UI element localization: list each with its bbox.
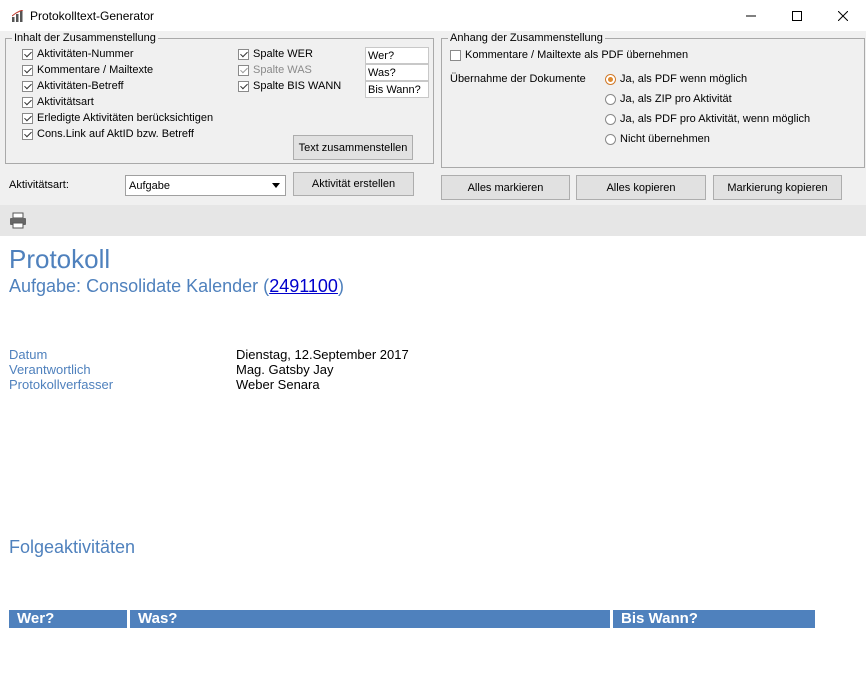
checkbox-label: Kommentare / Mailtexte (37, 64, 154, 76)
checkbox-completed-activities[interactable]: Erledigte Aktivitäten berücksichtigen (22, 111, 213, 125)
close-button[interactable] (820, 0, 866, 31)
radio-zip-per-activity[interactable]: Ja, als ZIP pro Aktivität (605, 92, 732, 106)
radio-label: Ja, als PDF wenn möglich (620, 73, 748, 85)
followups-table-header: Wer? Was? Bis Wann? (9, 610, 815, 630)
content-group-legend: Inhalt der Zusammenstellung (12, 32, 158, 44)
minimize-icon (746, 15, 756, 16)
maximize-icon (792, 10, 802, 21)
checkbox-label: Aktivitäten-Betreff (37, 80, 124, 92)
checkbox-label: Spalte WAS (253, 64, 312, 76)
select-all-button[interactable]: Alles markieren (441, 175, 570, 200)
column-header-who: Wer? (9, 610, 127, 628)
radio-circle[interactable] (605, 93, 616, 105)
checkbox-label: Cons.Link auf AktID bzw. Betreff (37, 128, 194, 140)
checkbox-box[interactable] (22, 128, 33, 140)
document-toolbar (0, 205, 866, 236)
checkbox-cons-link[interactable]: Cons.Link auf AktID bzw. Betreff (22, 127, 194, 141)
column-header-until: Bis Wann? (613, 610, 815, 628)
subtitle-suffix: ) (337, 276, 344, 296)
copy-all-button[interactable]: Alles kopieren (576, 175, 706, 200)
field-value-date: Dienstag, 12.September 2017 (236, 347, 409, 362)
activity-type-select[interactable]: Aufgabe (125, 175, 286, 196)
chart-icon (12, 10, 24, 22)
activity-id-link[interactable]: 2491100 (269, 276, 338, 296)
checkbox-comments[interactable]: Kommentare / Mailtexte (22, 63, 153, 77)
checkbox-label: Erledigte Aktivitäten berücksichtigen (37, 112, 214, 124)
radio-pdf-per-activity[interactable]: Ja, als PDF pro Aktivität, wenn möglich (605, 112, 810, 126)
checkbox-box[interactable] (238, 80, 249, 92)
checkbox-box[interactable] (238, 48, 249, 60)
checkbox-box[interactable] (22, 48, 33, 60)
copy-selection-button[interactable]: Markierung kopieren (713, 175, 842, 200)
checkbox-box[interactable] (22, 112, 33, 124)
activity-type-value: Aufgabe (129, 179, 170, 192)
title-bar: Protokolltext-Generator (0, 0, 866, 31)
radio-circle[interactable] (605, 133, 616, 145)
checkbox-column-what: Spalte WAS (238, 63, 312, 77)
field-label-responsible: Verantwortlich (9, 362, 91, 377)
column-header-what: Was? (130, 610, 610, 628)
field-value-author: Weber Senara (236, 377, 320, 392)
checkbox-label: Spalte WER (253, 48, 313, 60)
radio-do-not-include[interactable]: Nicht übernehmen (605, 132, 710, 146)
window-title: Protokolltext-Generator (30, 9, 155, 23)
checkbox-box[interactable] (22, 64, 33, 76)
chevron-down-icon (272, 183, 280, 188)
checkbox-box[interactable] (450, 49, 461, 61)
radio-pdf-if-possible[interactable]: Ja, als PDF wenn möglich (605, 72, 747, 86)
field-value-responsible: Mag. Gatsby Jay (236, 362, 334, 377)
radio-label: Nicht übernehmen (620, 133, 710, 145)
close-icon (838, 10, 848, 21)
compose-text-button[interactable]: Text zusammenstellen (293, 135, 413, 160)
activity-type-label: Aktivitätsart: (9, 179, 69, 191)
subtitle-prefix: Aufgabe: Consolidate Kalender ( (9, 276, 270, 296)
checkbox-activity-number[interactable]: Aktivitäten-Nummer (22, 47, 134, 61)
checkbox-column-who[interactable]: Spalte WER (238, 47, 313, 61)
followups-heading: Folgeaktivitäten (9, 537, 136, 557)
checkbox-label: Aktivitätsart (37, 96, 94, 108)
radio-circle[interactable] (605, 113, 616, 125)
checkbox-activity-subject[interactable]: Aktivitäten-Betreff (22, 79, 124, 93)
attachment-group-legend: Anhang der Zusammenstellung (448, 32, 605, 44)
checkbox-label: Aktivitäten-Nummer (37, 48, 134, 60)
checkbox-label: Spalte BIS WANN (253, 80, 342, 92)
checkbox-box[interactable] (22, 96, 33, 108)
checkbox-activity-type[interactable]: Aktivitätsart (22, 95, 94, 109)
header-what-input[interactable]: Was? (365, 64, 429, 81)
checkbox-label: Kommentare / Mailtexte als PDF übernehme… (465, 49, 689, 61)
document-subtitle: Aufgabe: Consolidate Kalender (2491100) (9, 276, 344, 297)
checkbox-box[interactable] (22, 80, 33, 92)
printer-icon[interactable] (9, 212, 27, 229)
header-who-input[interactable]: Wer? (365, 47, 429, 64)
document-title: Protokoll (9, 244, 111, 274)
header-until-input[interactable]: Bis Wann? (365, 81, 429, 98)
field-label-author: Protokollverfasser (9, 377, 114, 392)
checkbox-comments-pdf[interactable]: Kommentare / Mailtexte als PDF übernehme… (450, 48, 688, 62)
field-label-date: Datum (9, 347, 48, 362)
documents-label: Übernahme der Dokumente (450, 73, 586, 85)
radio-label: Ja, als ZIP pro Aktivität (620, 93, 732, 105)
maximize-button[interactable] (774, 0, 820, 31)
create-activity-button[interactable]: Aktivität erstellen (293, 172, 414, 196)
minimize-button[interactable] (728, 0, 774, 31)
radio-label: Ja, als PDF pro Aktivität, wenn möglich (620, 113, 811, 125)
checkbox-column-until[interactable]: Spalte BIS WANN (238, 79, 341, 93)
checkbox-box (238, 64, 249, 76)
radio-circle[interactable] (605, 73, 616, 85)
